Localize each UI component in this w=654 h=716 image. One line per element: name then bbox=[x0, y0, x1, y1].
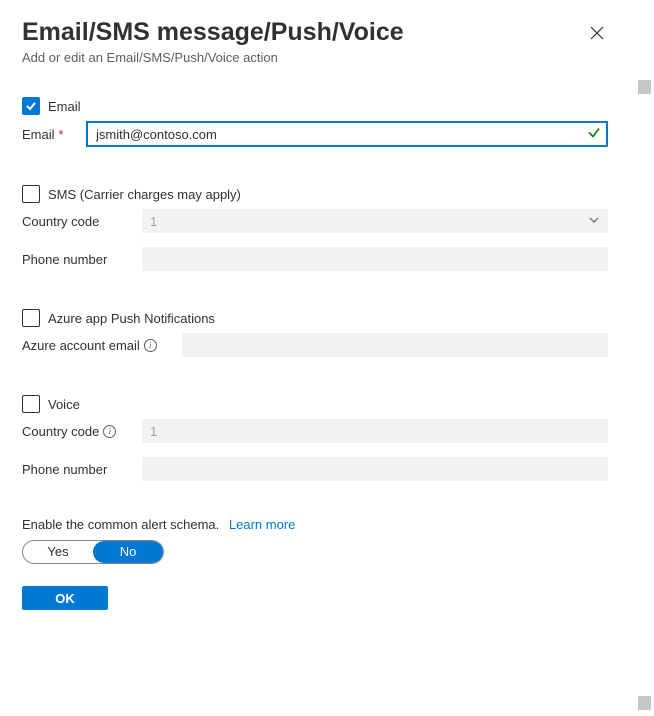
push-account-label: Azure account email i bbox=[22, 338, 182, 353]
sms-phone-label: Phone number bbox=[22, 252, 142, 267]
scrollbar[interactable] bbox=[638, 80, 651, 710]
info-icon[interactable]: i bbox=[103, 425, 116, 438]
sms-checkbox-row: SMS (Carrier charges may apply) bbox=[22, 185, 608, 203]
page-subtitle: Add or edit an Email/SMS/Push/Voice acti… bbox=[22, 50, 404, 65]
voice-checkbox[interactable] bbox=[22, 395, 40, 413]
sms-country-label: Country code bbox=[22, 214, 142, 229]
panel-header: Email/SMS message/Push/Voice Add or edit… bbox=[22, 18, 608, 65]
ok-button[interactable]: OK bbox=[22, 586, 108, 610]
voice-phone-input[interactable] bbox=[142, 457, 608, 481]
sms-phone-input[interactable] bbox=[142, 247, 608, 271]
sms-section: SMS (Carrier charges may apply) Country … bbox=[22, 185, 608, 271]
email-checkbox-row: Email bbox=[22, 97, 608, 115]
panel-body: Email/SMS message/Push/Voice Add or edit… bbox=[0, 0, 630, 610]
close-button[interactable] bbox=[586, 22, 608, 44]
email-checkbox[interactable] bbox=[22, 97, 40, 115]
toggle-yes[interactable]: Yes bbox=[23, 541, 93, 563]
push-checkbox[interactable] bbox=[22, 309, 40, 327]
alert-schema-row: Enable the common alert schema. Learn mo… bbox=[22, 517, 608, 532]
sms-country-select[interactable]: 1 bbox=[142, 209, 608, 233]
voice-checkbox-label: Voice bbox=[48, 397, 80, 412]
sms-country-value: 1 bbox=[150, 214, 157, 229]
scroll-arrow-up[interactable] bbox=[638, 80, 651, 94]
required-indicator: * bbox=[59, 127, 64, 142]
sms-country-row: Country code 1 bbox=[22, 209, 608, 233]
voice-country-input[interactable]: 1 bbox=[142, 419, 608, 443]
sms-checkbox-label: SMS (Carrier charges may apply) bbox=[48, 187, 241, 202]
scroll-arrow-down[interactable] bbox=[638, 696, 651, 710]
push-account-input[interactable] bbox=[182, 333, 608, 357]
voice-phone-row: Phone number bbox=[22, 457, 608, 481]
email-checkbox-label: Email bbox=[48, 99, 81, 114]
voice-checkbox-row: Voice bbox=[22, 395, 608, 413]
email-field-label-text: Email bbox=[22, 127, 55, 142]
push-checkbox-row: Azure app Push Notifications bbox=[22, 309, 608, 327]
info-icon[interactable]: i bbox=[144, 339, 157, 352]
email-input-wrap bbox=[86, 121, 608, 147]
voice-country-label: Country code i bbox=[22, 424, 142, 439]
push-account-row: Azure account email i bbox=[22, 333, 608, 357]
close-icon bbox=[590, 26, 604, 40]
voice-section: Voice Country code i 1 Phone number bbox=[22, 395, 608, 481]
alert-schema-text: Enable the common alert schema. bbox=[22, 517, 219, 532]
voice-country-label-text: Country code bbox=[22, 424, 99, 439]
push-section: Azure app Push Notifications Azure accou… bbox=[22, 309, 608, 357]
chevron-down-icon bbox=[588, 214, 600, 229]
email-section: Email Email * bbox=[22, 97, 608, 147]
toggle-no[interactable]: No bbox=[93, 541, 163, 563]
title-block: Email/SMS message/Push/Voice Add or edit… bbox=[22, 18, 404, 65]
page-title: Email/SMS message/Push/Voice bbox=[22, 18, 404, 47]
email-input[interactable] bbox=[86, 121, 608, 147]
email-field-row: Email * bbox=[22, 121, 608, 147]
check-icon bbox=[587, 126, 601, 143]
voice-country-row: Country code i 1 bbox=[22, 419, 608, 443]
push-account-label-text: Azure account email bbox=[22, 338, 140, 353]
voice-phone-label: Phone number bbox=[22, 462, 142, 477]
sms-checkbox[interactable] bbox=[22, 185, 40, 203]
email-field-label: Email * bbox=[22, 127, 86, 142]
learn-more-link[interactable]: Learn more bbox=[229, 517, 295, 532]
sms-phone-row: Phone number bbox=[22, 247, 608, 271]
alert-schema-toggle[interactable]: Yes No bbox=[22, 540, 164, 564]
push-checkbox-label: Azure app Push Notifications bbox=[48, 311, 215, 326]
